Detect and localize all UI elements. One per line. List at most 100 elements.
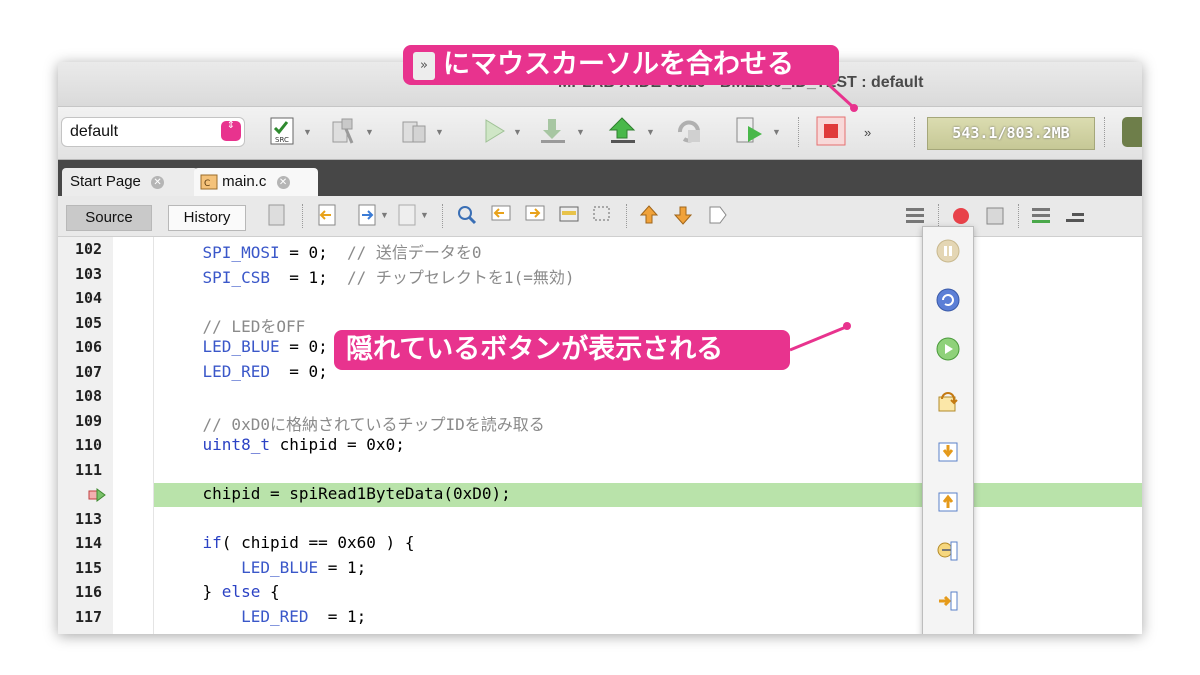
close-icon[interactable]: ✕	[151, 175, 165, 189]
line-number: 117	[75, 607, 103, 626]
step-out-icon[interactable]	[936, 489, 960, 513]
code-line[interactable]: SPI_MOSI = 0; // 送信データを0	[164, 239, 482, 263]
code-token: // LEDをOFF	[164, 316, 306, 336]
reset-icon[interactable]	[936, 288, 960, 312]
code-token: LED_BLUE	[164, 337, 280, 356]
set-pc-at-cursor-icon[interactable]	[936, 589, 960, 613]
code-line[interactable]: LED_BLUE = 0;	[164, 337, 328, 356]
fold-margin	[113, 237, 154, 634]
dropdown-arrow-icon[interactable]: ▼	[365, 127, 374, 137]
code-line[interactable]: LED_BLUE = 1;	[164, 558, 366, 577]
dropdown-arrow-icon[interactable]: ▼	[772, 127, 781, 137]
dropdown-arrow-icon[interactable]: ▼	[435, 127, 444, 137]
c-file-icon: C	[200, 174, 218, 190]
code-token: ( chipid == 0x60 ) {	[221, 533, 415, 552]
code-token: = 1;	[308, 606, 367, 626]
code-line[interactable]: SPI_CSB = 1; // チップセレクトを1(=無効)	[164, 264, 575, 288]
toolbar-separator	[938, 204, 939, 228]
code-line[interactable]: chipid = spiRead1ByteData(0xD0);	[164, 484, 511, 503]
code-token: LED_RED	[164, 606, 309, 626]
next-bookmark-icon[interactable]	[672, 203, 694, 235]
code-token: = 0;	[279, 337, 328, 356]
toggle-bookmark-icon[interactable]	[706, 203, 728, 235]
code-token: }	[164, 582, 222, 601]
find-icon[interactable]	[456, 203, 478, 235]
tab-label: Start Page	[70, 173, 141, 190]
step-over-icon[interactable]	[936, 389, 960, 413]
find-next-icon[interactable]	[524, 203, 546, 235]
read-device-memory-icon[interactable]	[608, 116, 638, 148]
last-edit-icon[interactable]	[266, 203, 288, 235]
next-edit-icon[interactable]	[396, 203, 418, 235]
code-token: chipid = spiRead1ByteData(0xD0);	[164, 484, 511, 503]
toggle-rectangular-selection-icon[interactable]	[592, 203, 614, 235]
line-number: 109	[75, 411, 103, 430]
tab-start-page[interactable]: Start Page ✕	[62, 168, 198, 196]
line-number: 116	[75, 583, 103, 601]
code-line[interactable]: } else {	[164, 582, 280, 601]
debug-project-icon[interactable]	[734, 116, 764, 148]
dropdown-arrow-icon[interactable]: ▼	[303, 127, 312, 137]
program-counter-arrow-icon	[88, 488, 106, 502]
dropdown-arrow-icon[interactable]: ▼	[646, 127, 655, 137]
code-line[interactable]: if( chipid == 0x60 ) {	[164, 533, 415, 552]
configuration-value: default	[70, 123, 119, 140]
annotation-text: 隠れているボタンが表示される	[346, 334, 724, 365]
annotation-hover-instruction: » にマウスカーソルを合わせる	[403, 45, 839, 85]
dropdown-arrow-icon[interactable]: ▼	[420, 210, 429, 220]
close-icon[interactable]: ✕	[276, 175, 290, 189]
shift-line-icon[interactable]	[1064, 203, 1086, 235]
line-number: 110	[75, 436, 103, 454]
code-line[interactable]: LED_RED = 1;	[164, 607, 366, 626]
stop-macro-recording-icon[interactable]	[984, 205, 1006, 237]
dropdown-arrow-icon[interactable]: ▼	[576, 127, 585, 137]
tab-main-c[interactable]: C main.c ✕	[194, 168, 318, 196]
build-icon[interactable]	[330, 116, 358, 148]
back-icon[interactable]	[316, 203, 338, 235]
line-number: 107	[75, 362, 103, 381]
code-token: chipid = 0x0;	[269, 435, 405, 454]
code-token: else	[221, 582, 261, 601]
code-editor[interactable]: SPI_MOSI = 0; // 送信データを0 SPI_CSB = 1; //…	[154, 237, 1142, 634]
pause-icon[interactable]	[936, 239, 960, 263]
line-number: 105	[75, 313, 103, 332]
memory-usage-meter[interactable]: 543.1/803.2MB	[927, 117, 1095, 150]
chevron-double-down-icon[interactable]: »	[864, 125, 871, 157]
toolbar-separator	[1104, 117, 1105, 147]
main-toolbar: default ⇕ SRC ▼ ▼ ▼ ▼ ▼ ▼ ▼ » 543.1/803.…	[58, 107, 1142, 160]
find-previous-icon[interactable]	[490, 203, 512, 235]
annotation-result-description: 隠れているボタンが表示される	[334, 330, 790, 370]
make-and-program-icon[interactable]	[538, 116, 568, 148]
code-token: // 送信データを0	[347, 243, 482, 262]
partial-toolbar-button[interactable]	[1122, 117, 1142, 147]
dropdown-arrow-icon[interactable]: ▼	[380, 210, 389, 220]
toolbar-separator	[442, 204, 443, 228]
run-icon[interactable]	[480, 116, 508, 148]
code-token: = 0;	[269, 361, 328, 381]
toolbar-separator	[1018, 204, 1019, 228]
line-number: 113	[75, 509, 103, 528]
code-token: SPI_CSB	[164, 267, 270, 287]
comment-icon[interactable]	[1030, 203, 1052, 235]
finish-debug-session-icon[interactable]	[816, 116, 846, 148]
code-line[interactable]: LED_RED = 0;	[164, 362, 328, 381]
project-properties-icon[interactable]: SRC	[268, 116, 296, 148]
svg-text:C: C	[204, 179, 210, 189]
reset-icon[interactable]	[674, 116, 704, 148]
continue-icon[interactable]	[936, 337, 960, 361]
toggle-highlight-icon[interactable]	[558, 203, 580, 235]
code-line[interactable]: uint8_t chipid = 0x0;	[164, 435, 405, 454]
line-number: 114	[75, 534, 103, 552]
code-line[interactable]: // LEDをOFF	[164, 313, 306, 337]
tab-history[interactable]: History	[168, 205, 246, 231]
dropdown-arrow-icon[interactable]: ▼	[513, 127, 522, 137]
clean-build-icon[interactable]	[400, 116, 428, 148]
run-to-cursor-icon[interactable]	[936, 539, 960, 563]
toolbar-separator	[798, 117, 799, 147]
step-into-icon[interactable]	[936, 439, 960, 463]
configuration-select[interactable]: default ⇕	[61, 117, 245, 147]
previous-bookmark-icon[interactable]	[638, 203, 660, 235]
forward-icon[interactable]	[356, 203, 378, 235]
code-line[interactable]: // 0xD0に格納されているチップIDを読み取る	[164, 411, 545, 435]
tab-source[interactable]: Source	[66, 205, 152, 231]
